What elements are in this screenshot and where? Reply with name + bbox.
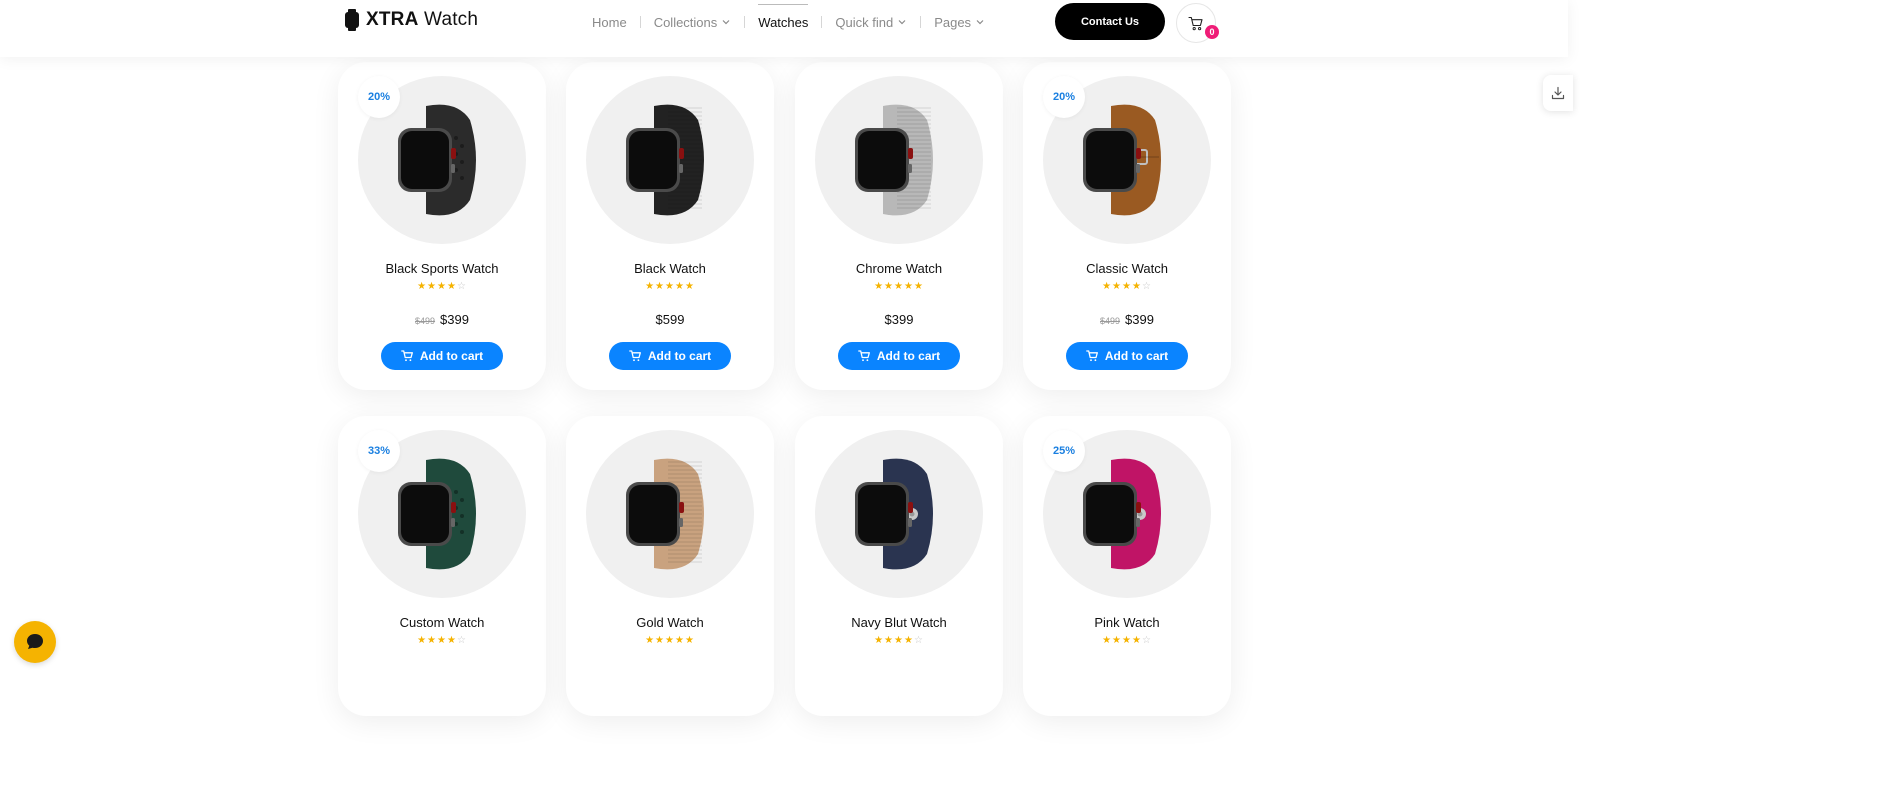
- cart-icon: [1188, 16, 1203, 30]
- chevron-down-icon: [976, 20, 984, 25]
- product-card[interactable]: 25% Pink Watch ★★★★☆: [1023, 416, 1231, 716]
- current-price: $399: [884, 312, 914, 327]
- old-price: $499: [415, 316, 436, 326]
- star-rating: ★★★★★: [874, 281, 924, 292]
- product-name[interactable]: Classic Watch: [1023, 261, 1231, 276]
- product-name[interactable]: Pink Watch: [1023, 615, 1231, 630]
- product-card[interactable]: Gold Watch ★★★★★: [566, 416, 774, 716]
- nav-item-collections[interactable]: Collections: [654, 0, 732, 44]
- chat-widget-button[interactable]: [14, 621, 56, 663]
- site-header: XTRA Watch Home Collections Watches Quick f…: [0, 0, 1568, 57]
- nav-item-label: Watches: [758, 14, 809, 30]
- add-to-cart-button[interactable]: Add to cart: [1066, 342, 1188, 370]
- product-card[interactable]: Chrome Watch ★★★★★ $399 Add to cart: [795, 62, 1003, 390]
- product-name[interactable]: Navy Blut Watch: [795, 615, 1003, 630]
- nav-separator: [639, 16, 641, 28]
- discount-badge: 33%: [358, 430, 400, 472]
- product-price: $499 $399: [1023, 312, 1231, 327]
- logo-text: XTRA Watch: [366, 9, 479, 30]
- product-card[interactable]: 33% Custom Watch ★★★★☆: [338, 416, 546, 716]
- nav-item-label: Collections: [653, 14, 718, 30]
- product-image[interactable]: [586, 430, 754, 598]
- current-price: $399: [1125, 312, 1154, 327]
- old-price: $499: [1100, 316, 1121, 326]
- nav-item-label: Home: [592, 14, 627, 30]
- chevron-down-icon: [898, 20, 906, 25]
- discount-badge: 20%: [1043, 76, 1085, 118]
- add-to-cart-button[interactable]: Add to cart: [838, 342, 960, 370]
- discount-badge: 20%: [358, 76, 400, 118]
- nav-item-label: Quick find: [835, 14, 894, 30]
- discount-badge: 25%: [1043, 430, 1085, 472]
- add-to-cart-label: Add to cart: [647, 349, 712, 363]
- product-price: $399: [795, 312, 1003, 327]
- product-name[interactable]: Black Sports Watch: [338, 261, 546, 276]
- download-icon: [1551, 86, 1565, 100]
- nav-separator: [744, 16, 746, 28]
- add-to-cart-label: Add to cart: [1104, 349, 1169, 363]
- nav-separator: [821, 16, 823, 28]
- watch-logo-icon: [345, 9, 359, 31]
- star-rating: ★★★★☆: [874, 635, 924, 646]
- product-card[interactable]: Navy Blut Watch ★★★★☆: [795, 416, 1003, 716]
- current-price: $399: [440, 312, 469, 327]
- add-to-cart-button[interactable]: Add to cart: [381, 342, 503, 370]
- star-rating: ★★★★☆: [1102, 635, 1152, 646]
- cart-icon: [1085, 350, 1098, 362]
- product-image[interactable]: [586, 76, 754, 244]
- product-card[interactable]: 20% Classic Watch ★★★★☆ $499 $399 Add to car…: [1023, 62, 1231, 390]
- cart-icon: [857, 350, 870, 362]
- add-to-cart-label: Add to cart: [419, 349, 484, 363]
- star-rating: ★★★★★: [645, 635, 695, 646]
- product-image[interactable]: [815, 430, 983, 598]
- main-nav: Home Collections Watches Quick find Pages: [592, 0, 985, 44]
- contact-us-button[interactable]: Contact Us: [1055, 3, 1165, 40]
- current-price: $599: [655, 312, 685, 327]
- product-name[interactable]: Chrome Watch: [795, 261, 1003, 276]
- product-image[interactable]: [815, 76, 983, 244]
- add-to-cart-label: Add to cart: [876, 349, 941, 363]
- star-rating: ★★★★☆: [417, 281, 467, 292]
- product-card[interactable]: Black Watch ★★★★★ $599 Add to cart: [566, 62, 774, 390]
- nav-item-pages[interactable]: Pages: [934, 0, 985, 44]
- nav-separator: [920, 16, 922, 28]
- add-to-cart-button[interactable]: Add to cart: [609, 342, 731, 370]
- product-price: $599: [566, 312, 774, 327]
- nav-item-watches[interactable]: Watches: [758, 0, 809, 44]
- product-name[interactable]: Custom Watch: [338, 615, 546, 630]
- download-tab[interactable]: [1543, 75, 1573, 111]
- product-price: $499 $399: [338, 312, 546, 327]
- product-name[interactable]: Black Watch: [566, 261, 774, 276]
- product-name[interactable]: Gold Watch: [566, 615, 774, 630]
- product-card[interactable]: 20% Black Sports Watch ★★★★☆ $499 $399 Add t…: [338, 62, 546, 390]
- nav-item-label: Pages: [934, 14, 972, 30]
- chat-bubble-icon: [27, 634, 43, 649]
- cart-icon: [400, 350, 413, 362]
- star-rating: ★★★★☆: [1102, 281, 1152, 292]
- cart-count-badge: 0: [1205, 25, 1219, 39]
- cart-icon: [628, 350, 641, 362]
- nav-item-home[interactable]: Home: [592, 0, 627, 44]
- star-rating: ★★★★☆: [417, 635, 467, 646]
- chevron-down-icon: [722, 20, 730, 25]
- logo[interactable]: XTRA Watch: [345, 9, 478, 31]
- star-rating: ★★★★★: [645, 281, 695, 292]
- nav-item-quick-find[interactable]: Quick find: [835, 0, 907, 44]
